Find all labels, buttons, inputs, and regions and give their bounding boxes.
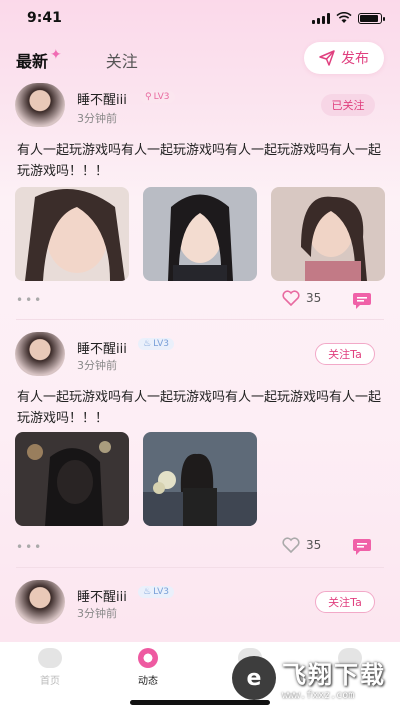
location-pin-icon: ⚲ bbox=[145, 92, 152, 102]
comment-icon[interactable] bbox=[352, 538, 372, 556]
watermark-logo-icon: e bbox=[232, 656, 276, 700]
post-photo[interactable] bbox=[143, 432, 257, 526]
more-icon[interactable]: ••• bbox=[16, 293, 43, 307]
send-icon bbox=[319, 50, 335, 66]
post-photo[interactable] bbox=[15, 432, 129, 526]
like-button[interactable]: 35 bbox=[282, 537, 321, 553]
status-icons bbox=[312, 12, 385, 24]
publish-label: 发布 bbox=[341, 51, 369, 67]
tabbar-item-moments[interactable]: 动态 bbox=[138, 648, 158, 687]
followed-button[interactable]: 已关注 bbox=[321, 94, 375, 116]
wifi-icon bbox=[336, 12, 352, 23]
post-photo[interactable] bbox=[271, 187, 385, 281]
flame-icon: ♨ bbox=[143, 587, 152, 597]
status-time: 9:41 bbox=[27, 10, 62, 26]
home-indicator bbox=[130, 700, 270, 705]
post-photo[interactable] bbox=[143, 187, 257, 281]
comment-icon[interactable] bbox=[352, 292, 372, 310]
post-card: 睡不醒iii ♨ LV3 3分钟前 关注Ta 有人一起玩游戏吗有人一起玩游戏吗有人… bbox=[0, 332, 400, 562]
username[interactable]: 睡不醒iii bbox=[77, 89, 127, 108]
level-badge: ♨ LV3 bbox=[138, 586, 174, 598]
like-count: 35 bbox=[306, 291, 322, 305]
level-badge: ♨ LV3 bbox=[138, 338, 174, 350]
level-badge: ⚲ LV3 bbox=[140, 91, 175, 103]
sparkle-icon: ✦ bbox=[50, 47, 62, 63]
tab-latest[interactable]: 最新 bbox=[16, 48, 48, 72]
post-text: 有人一起玩游戏吗有人一起玩游戏吗有人一起玩游戏吗有人一起玩游戏吗！！！ bbox=[17, 390, 382, 426]
like-count: 35 bbox=[306, 538, 322, 552]
username[interactable]: 睡不醒iii bbox=[77, 338, 127, 357]
username[interactable]: 睡不醒iii bbox=[77, 586, 127, 605]
follow-button[interactable]: 关注Ta bbox=[315, 591, 375, 613]
feed-tabs: 最新 ✦ 关注 bbox=[16, 47, 138, 72]
post-photo[interactable] bbox=[15, 187, 129, 281]
like-button[interactable]: 35 bbox=[282, 290, 321, 306]
watermark-title: 飞翔下载 bbox=[282, 661, 386, 689]
publish-button[interactable]: 发布 bbox=[304, 42, 384, 74]
battery-icon bbox=[358, 12, 385, 24]
post-time: 3分钟前 bbox=[77, 112, 117, 125]
heart-icon bbox=[282, 290, 300, 306]
divider bbox=[16, 319, 384, 320]
watermark: e 飞翔下载 www.fxxz.com bbox=[232, 650, 392, 706]
divider bbox=[16, 567, 384, 568]
tab-following[interactable]: 关注 bbox=[106, 48, 138, 72]
heart-icon bbox=[282, 537, 300, 553]
avatar[interactable] bbox=[15, 332, 65, 376]
status-bar: 9:41 bbox=[0, 0, 400, 36]
more-icon[interactable]: ••• bbox=[16, 540, 43, 554]
post-card: 睡不醒iii ⚲ LV3 3分钟前 已关注 有人一起玩游戏吗有人一起玩游戏吗有人一… bbox=[0, 83, 400, 319]
avatar[interactable] bbox=[15, 83, 65, 127]
flame-icon: ♨ bbox=[143, 339, 152, 349]
avatar[interactable] bbox=[15, 580, 65, 624]
post-text: 有人一起玩游戏吗有人一起玩游戏吗有人一起玩游戏吗有人一起玩游戏吗！！！ bbox=[17, 143, 382, 179]
tabbar-item-home[interactable]: 首页 bbox=[38, 648, 62, 687]
home-icon bbox=[38, 648, 62, 668]
post-time: 3分钟前 bbox=[77, 359, 117, 372]
post-time: 3分钟前 bbox=[77, 607, 117, 620]
signal-icon bbox=[312, 12, 330, 24]
follow-button[interactable]: 关注Ta bbox=[315, 343, 375, 365]
watermark-url: www.fxxz.com bbox=[282, 690, 355, 701]
moments-icon bbox=[138, 648, 158, 668]
post-card: 睡不醒iii ♨ LV3 3分钟前 关注Ta bbox=[0, 580, 400, 640]
